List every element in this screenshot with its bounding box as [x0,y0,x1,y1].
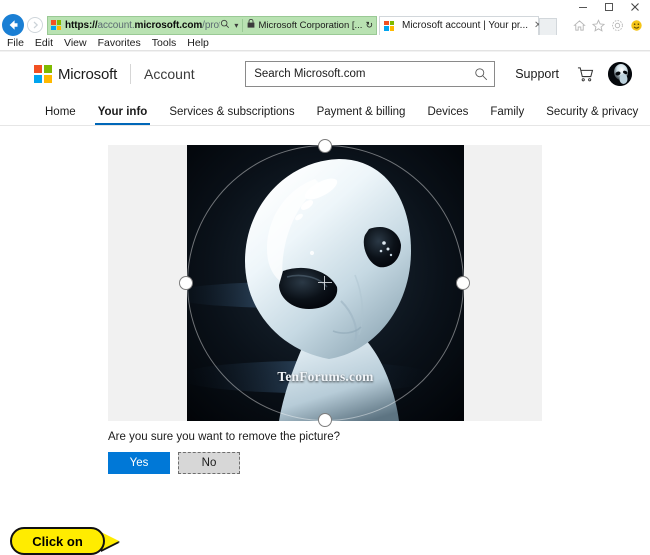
support-link[interactable]: Support [515,67,559,81]
site-header: Microsoft Account Support [0,52,650,96]
click-on-callout: Click on [10,527,105,555]
primary-nav: Home Your info Services & subscriptions … [0,96,650,126]
microsoft-favicon-icon [51,20,61,30]
browser-toolbar: https://account.microsoft.com/profile#/e… [0,14,650,36]
nav-item-security-privacy[interactable]: Security & privacy [535,106,649,125]
back-button[interactable] [2,14,24,36]
tab-strip: Microsoft account | Your pr... ✕ [379,15,557,35]
settings-gear-icon[interactable] [611,19,624,32]
minimize-button[interactable] [570,0,596,14]
no-button[interactable]: No [178,452,240,474]
shopping-cart-icon[interactable] [577,66,594,83]
crop-stage[interactable]: TenForums.com [108,139,542,427]
microsoft-logo-icon[interactable] [34,65,52,83]
lock-icon [247,18,255,31]
crop-handle-right[interactable] [456,276,470,290]
certificate-info[interactable]: Microsoft Corporation [... ↻ [247,18,373,31]
nav-item-home[interactable]: Home [34,106,87,125]
menu-item-favorites[interactable]: Favorites [98,37,141,49]
brand-divider [130,64,132,84]
search-icon[interactable] [474,67,488,81]
address-divider [242,18,244,32]
nav-item-family[interactable]: Family [479,106,535,125]
menu-item-tools[interactable]: Tools [152,37,177,49]
avatar[interactable] [608,62,632,86]
nav-item-payment-billing[interactable]: Payment & billing [306,106,417,125]
nav-label: Payment & billing [316,106,406,118]
menu-item-view[interactable]: View [64,37,87,49]
nav-label: Services & subscriptions [169,106,295,118]
window-controls [570,0,648,14]
address-search-icon[interactable] [220,19,230,32]
page-content: Microsoft Account Support [0,52,650,555]
picture-editor: TenForums.com Are you sure you want to r… [0,126,650,474]
nav-label: Devices [427,106,469,118]
crop-handle-top[interactable] [318,139,332,153]
crop-handle-bottom[interactable] [318,413,332,427]
tab-title: Microsoft account | Your pr... [402,20,528,31]
refresh-icon[interactable]: ↻ [365,20,373,31]
nav-label: Security & privacy [546,106,639,118]
new-tab-button[interactable] [539,17,557,35]
tab-favicon-icon [384,20,394,31]
yes-button[interactable]: Yes [108,452,170,474]
address-dropdown-icon[interactable]: ▾ [234,21,238,30]
menu-item-edit[interactable]: Edit [35,37,53,49]
browser-window: https://account.microsoft.com/profile#/e… [0,0,650,555]
menu-bar: File Edit View Favorites Tools Help [0,36,650,50]
browser-tab[interactable]: Microsoft account | Your pr... ✕ [379,15,542,35]
title-bar [0,0,650,14]
nav-label: Home [45,106,76,118]
nav-item-your-info[interactable]: Your info [87,106,159,125]
menu-item-file[interactable]: File [7,37,24,49]
menu-item-help[interactable]: Help [187,37,209,49]
home-icon[interactable] [573,19,586,32]
certificate-label: Microsoft Corporation [... [258,19,363,31]
address-url: https://account.microsoft.com/profile#/e… [65,19,221,31]
nav-label: Family [490,106,525,118]
search-input[interactable] [252,67,475,81]
confirm-buttons: Yes No [108,452,650,474]
nav-item-services-subscriptions[interactable]: Services & subscriptions [158,106,305,125]
brand-name[interactable]: Microsoft [58,66,117,83]
crop-center-crosshair [318,276,332,290]
search-box[interactable] [245,61,496,87]
maximize-button[interactable] [596,0,622,14]
nav-item-devices[interactable]: Devices [416,106,479,125]
browser-toolbar-icons [573,18,648,32]
close-button[interactable] [622,0,648,14]
crop-handle-left[interactable] [179,276,193,290]
forward-button[interactable] [27,17,43,33]
product-name[interactable]: Account [144,66,195,82]
smiley-feedback-icon[interactable] [630,19,643,32]
favorites-star-icon[interactable] [591,18,606,32]
confirm-question: Are you sure you want to remove the pict… [108,431,341,443]
nav-label: Your info [97,106,148,118]
address-bar[interactable]: https://account.microsoft.com/profile#/e… [47,15,377,35]
